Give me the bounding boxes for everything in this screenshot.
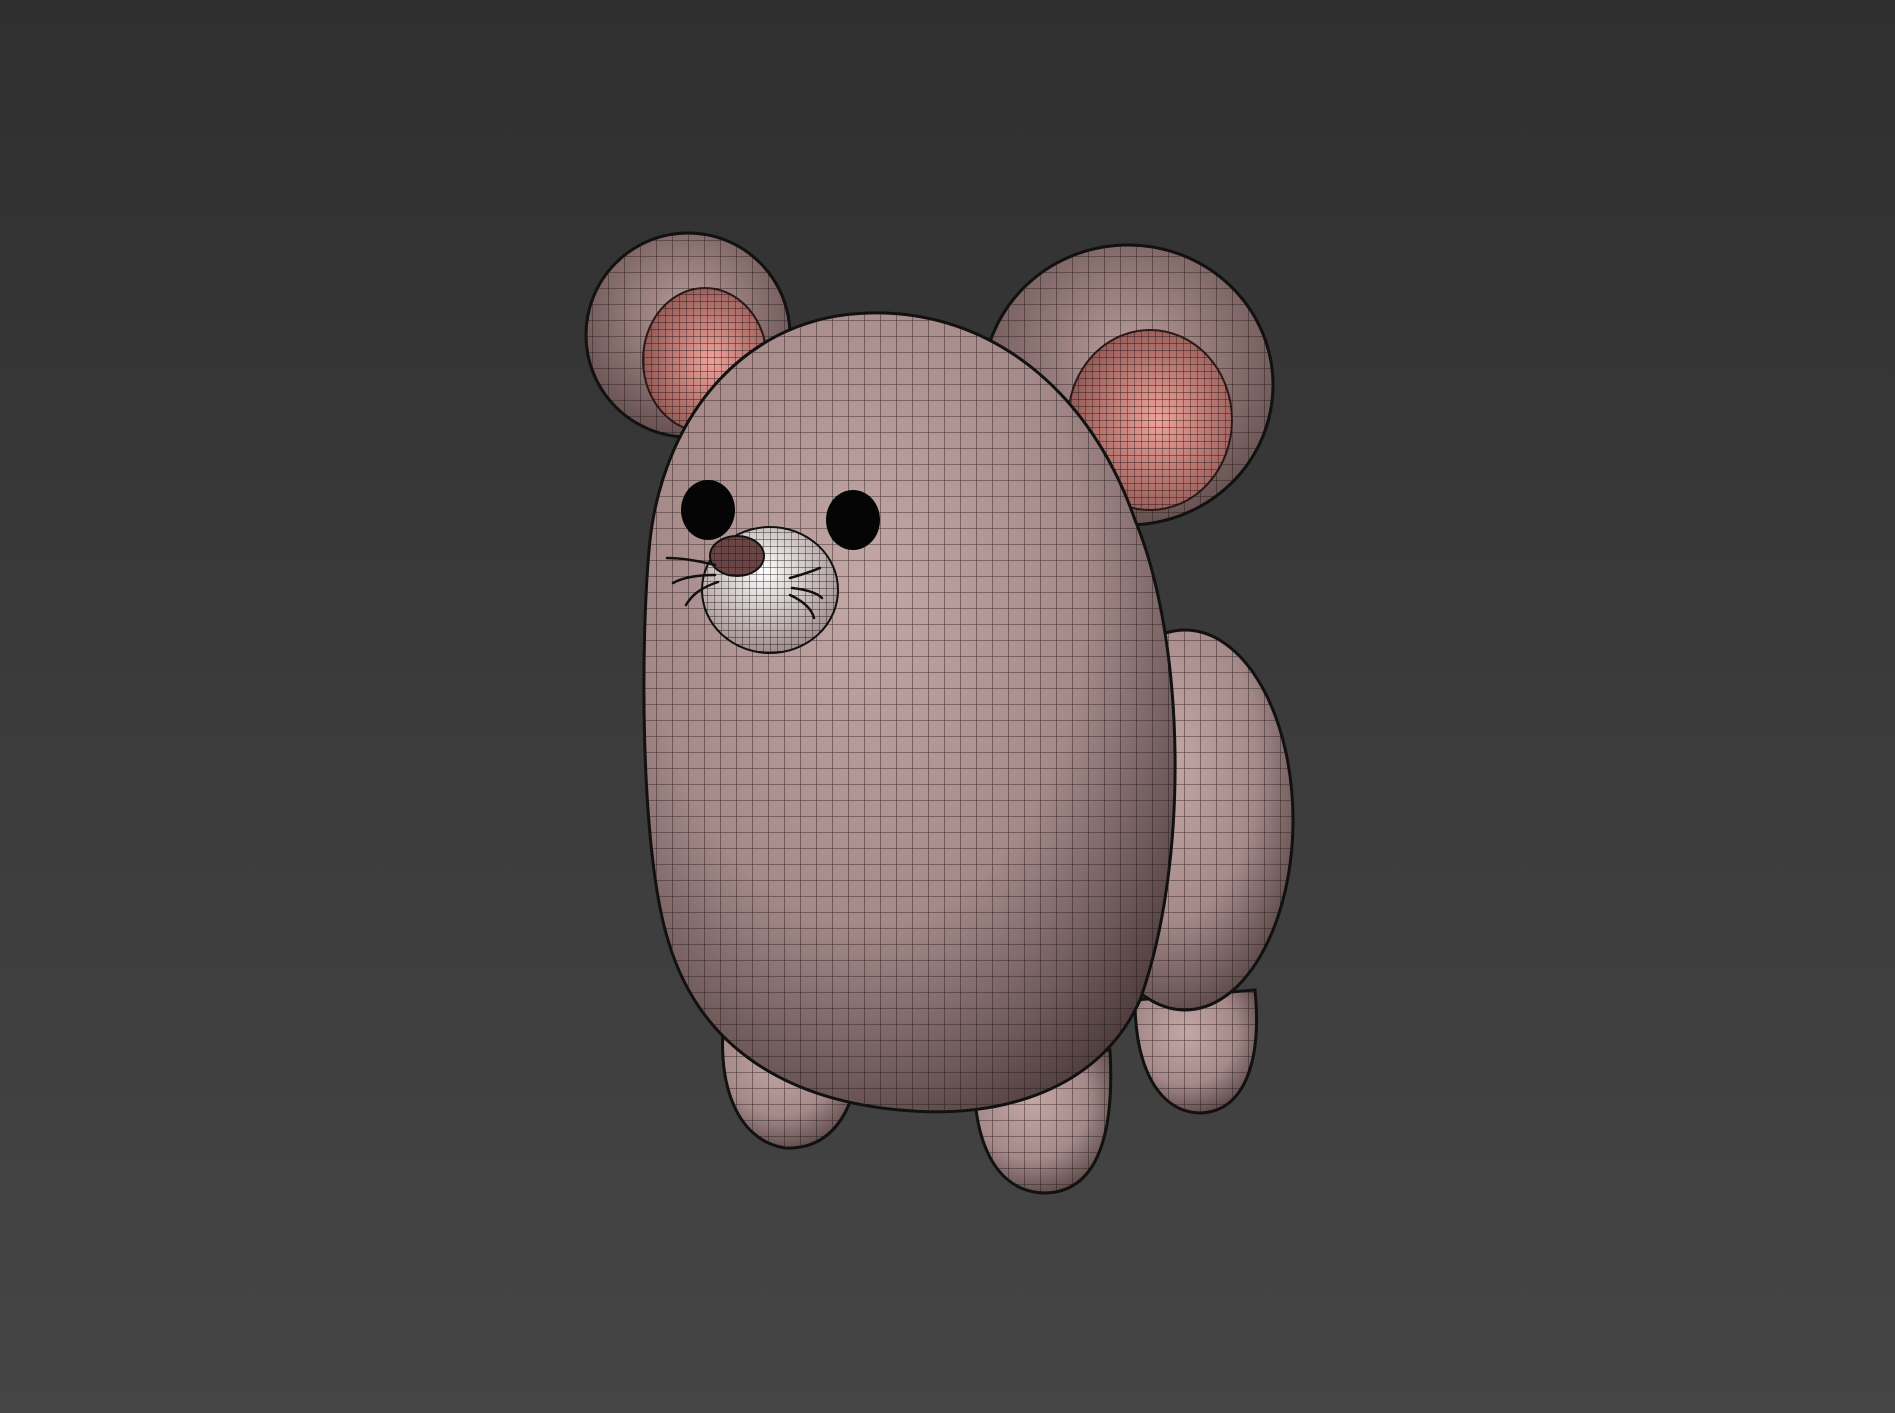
eye-right	[826, 490, 880, 550]
nose	[709, 535, 765, 577]
eye-left	[681, 480, 735, 540]
mouse-model	[584, 231, 1295, 1195]
viewport	[0, 0, 1895, 1413]
